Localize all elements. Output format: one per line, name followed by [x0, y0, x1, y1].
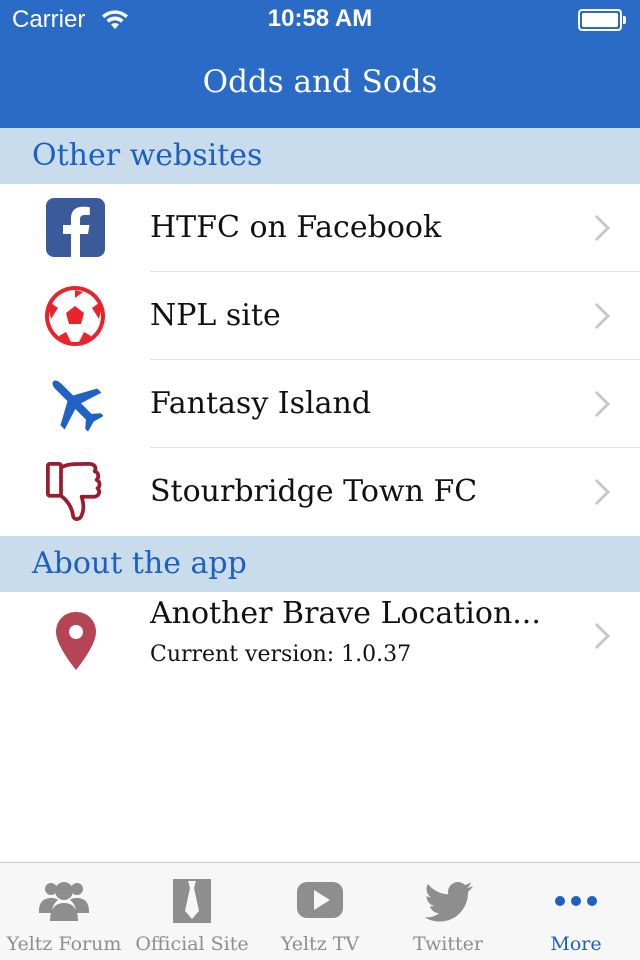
twitter-bird-icon — [424, 882, 473, 922]
list-item-htfc-facebook[interactable]: HTFC on Facebook — [0, 184, 640, 272]
list-item-npl-site[interactable]: NPL site — [0, 272, 640, 360]
tab-official-site[interactable]: Official Site — [128, 863, 256, 960]
tab-label: Yeltz Forum — [6, 933, 122, 955]
tab-label: Official Site — [135, 933, 249, 955]
chevron-right-icon — [594, 390, 610, 418]
tab-twitter[interactable]: Twitter — [384, 863, 512, 960]
section-header-about-app: About the app — [0, 536, 640, 592]
list-item-stourbridge-town[interactable]: Stourbridge Town FC — [0, 448, 640, 536]
list-item-label: NPL site — [150, 298, 281, 333]
tab-more[interactable]: More — [512, 863, 640, 960]
app-name-label: Another Brave Location... — [150, 596, 541, 631]
page-title: Odds and Sods — [202, 64, 438, 100]
section-header-other-websites: Other websites — [0, 128, 640, 184]
football-icon — [45, 286, 105, 346]
status-time: 10:58 AM — [267, 5, 373, 32]
chevron-right-icon — [594, 302, 610, 330]
navigation-header: Carrier 10:58 AM Odds and Sods — [0, 0, 640, 128]
list-item-fantasy-island[interactable]: Fantasy Island — [0, 360, 640, 448]
thumbs-down-icon — [46, 462, 102, 521]
group-icon — [39, 882, 89, 921]
list-item-label: Fantasy Island — [150, 386, 372, 421]
tab-label: Yeltz TV — [280, 933, 360, 955]
more-dots-icon — [555, 896, 597, 906]
location-pin-icon — [56, 612, 96, 670]
tab-bar: Yeltz Forum Official Site Yeltz TV Twitt… — [0, 862, 640, 960]
chevron-right-icon — [594, 214, 610, 242]
app-version-label: Current version: 1.0.37 — [150, 642, 412, 667]
list-item-label: Stourbridge Town FC — [150, 474, 478, 509]
status-bar: Carrier 10:58 AM — [0, 0, 640, 40]
tie-icon — [173, 879, 211, 923]
chevron-right-icon — [594, 478, 610, 506]
tab-label: More — [550, 933, 602, 955]
facebook-icon — [46, 198, 105, 257]
list-item-app-info[interactable]: Another Brave Location... Current versio… — [0, 592, 640, 684]
tab-yeltz-tv[interactable]: Yeltz TV — [256, 863, 384, 960]
airplane-icon — [52, 380, 104, 432]
chevron-right-icon — [594, 622, 610, 650]
battery-icon — [578, 9, 626, 31]
tab-yeltz-forum[interactable]: Yeltz Forum — [0, 863, 128, 960]
tab-label: Twitter — [413, 933, 483, 955]
list-item-label: HTFC on Facebook — [150, 210, 442, 245]
play-icon — [297, 882, 343, 918]
